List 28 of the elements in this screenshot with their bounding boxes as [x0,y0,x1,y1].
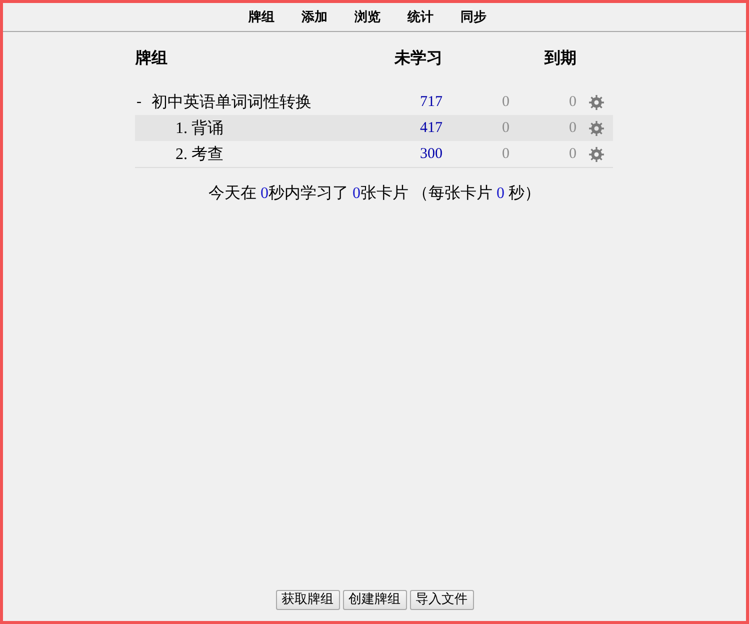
action-button[interactable]: 导入文件 [410,590,474,610]
gear-icon[interactable] [589,146,604,162]
deck-name[interactable]: 1. 背诵 [176,118,224,138]
nav-link[interactable]: 添加 [302,8,328,26]
deck-name[interactable]: 初中英语单词词性转换 [152,92,312,112]
gear-icon[interactable] [589,120,604,136]
nav-link[interactable]: 浏览 [354,8,380,26]
action-button[interactable]: 创建牌组 [342,590,406,610]
new-count: 417 [420,120,442,136]
collapse-toggle[interactable]: - [134,94,152,110]
deck-name[interactable]: 2. 考查 [176,144,224,164]
action-button[interactable]: 获取牌组 [276,590,340,610]
due-count: 0 [502,146,510,162]
study-summary: 今天在 0秒内学习了 0张卡片 （每张卡片 0 秒） [208,184,540,204]
nav-link[interactable]: 牌组 [248,8,274,26]
due-count: 0 [569,146,576,162]
due-count: 0 [502,94,510,110]
nav-link[interactable]: 统计 [408,8,434,26]
new-count: 300 [420,146,442,162]
due-count: 0 [569,120,576,136]
column-header: 未学习 [394,48,442,68]
nav-link[interactable]: 同步 [460,8,486,26]
column-header: 牌组 [136,48,168,68]
new-count: 717 [420,94,442,110]
column-header: 到期 [544,48,576,68]
due-count: 0 [502,120,510,136]
gear-icon[interactable] [589,94,604,110]
due-count: 0 [569,94,576,110]
